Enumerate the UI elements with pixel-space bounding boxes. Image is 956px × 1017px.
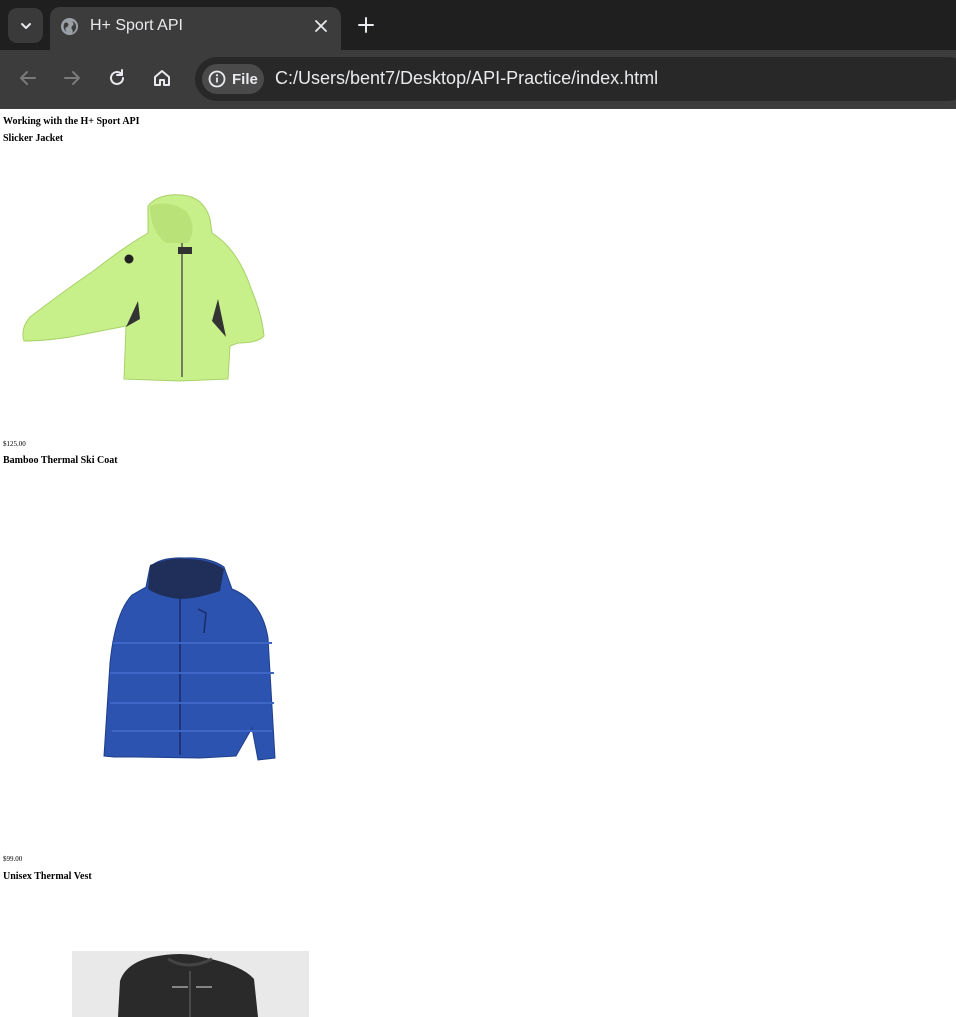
plus-icon (358, 17, 374, 33)
new-tab-button[interactable] (354, 13, 378, 37)
info-icon (208, 70, 226, 88)
browser-chrome: H+ Sport API File C:/Users/bent7/Desktop… (0, 0, 956, 109)
close-icon (315, 20, 327, 32)
reload-icon (110, 69, 124, 85)
address-bar[interactable]: File C:/Users/bent7/Desktop/API-Practice… (195, 57, 956, 101)
url-text[interactable]: C:/Users/bent7/Desktop/API-Practice/inde… (275, 68, 658, 89)
site-chip-label: File (232, 70, 258, 88)
tab-search-icon (20, 22, 31, 29)
forward-arrow-icon (64, 71, 80, 85)
product-price: $125.00 (3, 440, 26, 448)
home-button[interactable] (149, 65, 175, 91)
forward-button[interactable] (59, 65, 85, 91)
product-name: Slicker Jacket (3, 133, 64, 144)
page-heading: Working with the H+ Sport API (3, 116, 140, 127)
product-image-coat (103, 557, 276, 761)
product-name: Unisex Thermal Vest (3, 871, 92, 882)
product-image-vest (72, 951, 309, 1017)
back-arrow-icon (20, 71, 36, 85)
product-image-jacket (22, 194, 265, 382)
tab-title: H+ Sport API (90, 17, 183, 34)
site-info-chip[interactable]: File (202, 64, 264, 94)
page-content: Working with the H+ Sport API Slicker Ja… (0, 109, 956, 1017)
globe-icon (60, 17, 79, 36)
tab-active[interactable]: H+ Sport API (50, 7, 341, 50)
home-icon (154, 70, 170, 86)
product-name: Bamboo Thermal Ski Coat (3, 455, 118, 466)
browser-toolbar: File C:/Users/bent7/Desktop/API-Practice… (0, 50, 956, 109)
tab-search-button[interactable] (8, 8, 43, 43)
reload-button[interactable] (104, 65, 130, 91)
tab-strip: H+ Sport API (0, 0, 956, 50)
product-price: $99.00 (3, 855, 23, 863)
tab-close-button[interactable] (312, 17, 330, 35)
back-button[interactable] (15, 65, 41, 91)
